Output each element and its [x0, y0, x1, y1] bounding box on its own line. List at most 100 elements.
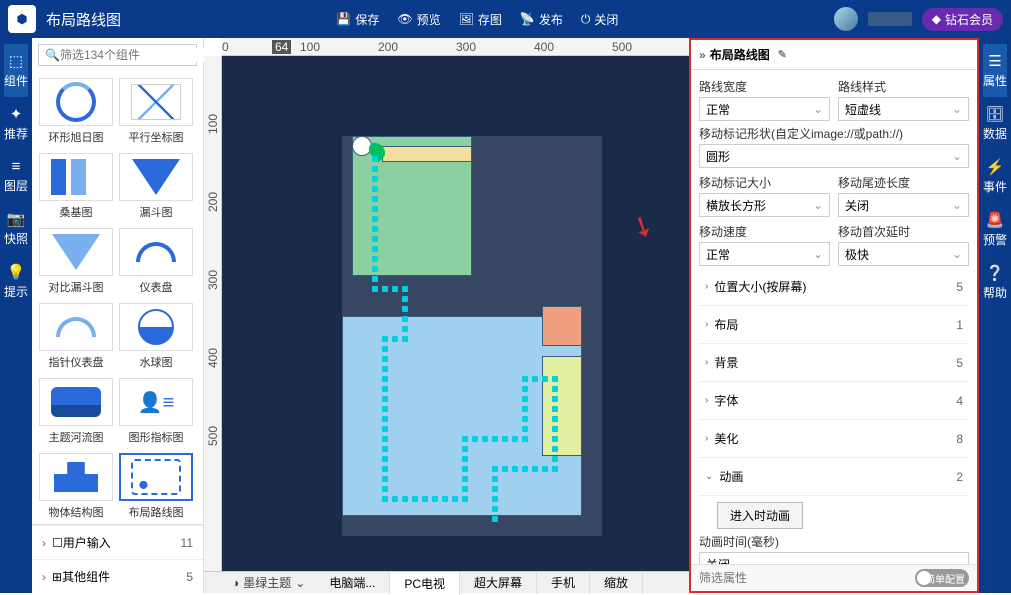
rail-components[interactable]: ⬚组件	[4, 44, 28, 97]
camera-icon: 📷	[7, 210, 26, 228]
comp-parallel[interactable]: 平行坐标图	[116, 74, 196, 149]
component-groups: ›☐ 用户输入11 ›⊞ 其他组件5	[32, 524, 203, 593]
publish-button[interactable]: 📡发布	[520, 11, 563, 28]
topbar: ⬢ 布局路线图 💾保存 👁预览 🖼存图 📡发布 ⏻关闭 ◆钻石会员	[0, 0, 1011, 38]
label-speed: 移动速度	[699, 223, 830, 240]
group-user-input[interactable]: ›☐ 用户输入11	[32, 525, 203, 559]
component-grid: 环形旭日图 平行坐标图 桑基图 漏斗图 对比漏斗图 仪表盘 指针仪表盘 水球图 …	[32, 72, 203, 524]
acc-layout[interactable]: ›布局1	[699, 306, 969, 344]
rail-events[interactable]: ⚡事件	[983, 150, 1007, 203]
label-marker-shape: 移动标记形状(自定义image://或path://)	[699, 125, 969, 142]
enter-animation-button[interactable]: 进入时动画	[717, 502, 803, 529]
tab-desktop[interactable]: 电脑端...	[315, 571, 390, 594]
component-search[interactable]: 🔍	[38, 44, 197, 66]
label-trail: 移动尾迹长度	[838, 174, 969, 191]
bottom-tabs: ◑墨绿主题⌄ 电脑端... PC电视 超大屏幕 手机 缩放	[204, 571, 689, 593]
acc-font[interactable]: ›字体4	[699, 382, 969, 420]
comp-funnel[interactable]: 漏斗图	[116, 149, 196, 224]
rail-tips[interactable]: 💡提示	[4, 255, 28, 308]
comp-river[interactable]: 主题河流图	[36, 374, 116, 449]
chevron-down-icon: ⌄	[295, 576, 305, 590]
alert-icon: 🚨	[986, 211, 1005, 229]
label-line-style: 路线样式	[838, 78, 969, 95]
panel-footer: 简单配置	[691, 564, 977, 591]
avatar[interactable]	[834, 7, 858, 31]
label-line-width: 路线宽度	[699, 78, 830, 95]
tab-pctv[interactable]: PC电视	[390, 571, 460, 595]
rail-snapshot[interactable]: 📷快照	[4, 202, 28, 255]
comp-pointer-gauge[interactable]: 指针仪表盘	[36, 299, 116, 374]
select-line-style[interactable]: 短虚线	[838, 97, 969, 121]
component-panel: 🔍 环形旭日图 平行坐标图 桑基图 漏斗图 对比漏斗图 仪表盘 指针仪表盘 水球…	[32, 38, 204, 593]
acc-beautify[interactable]: ›美化8	[699, 420, 969, 458]
acc-animation[interactable]: ⌄动画2	[699, 458, 969, 496]
group-other[interactable]: ›⊞ 其他组件5	[32, 559, 203, 593]
checkbox-icon: ☐	[52, 536, 63, 550]
export-image-button[interactable]: 🖼存图	[459, 11, 502, 28]
event-icon: ⚡	[986, 158, 1005, 176]
chevron-right-icon: ›	[705, 357, 708, 368]
search-input[interactable]	[60, 48, 215, 62]
rail-layers[interactable]: ≡图层	[4, 150, 28, 202]
rail-recommend[interactable]: ✦推荐	[4, 97, 28, 150]
label-marker-size: 移动标记大小	[699, 174, 830, 191]
comp-sunburst[interactable]: 环形旭日图	[36, 74, 116, 149]
theme-selector[interactable]: ◑墨绿主题⌄	[222, 574, 315, 591]
chevron-right-icon: ›	[705, 281, 708, 292]
comp-sankey[interactable]: 桑基图	[36, 149, 116, 224]
tab-mobile[interactable]: 手机	[537, 571, 590, 594]
power-icon: ⏻	[581, 12, 591, 27]
comp-liquid[interactable]: 水球图	[116, 299, 196, 374]
tab-largescreen[interactable]: 超大屏幕	[460, 571, 537, 594]
rail-data[interactable]: 🗄数据	[983, 97, 1007, 150]
comp-gauge[interactable]: 仪表盘	[116, 224, 196, 299]
comp-route-map[interactable]: 布局路线图	[116, 449, 196, 524]
comp-pictorial[interactable]: 👤≡图形指标图	[116, 374, 196, 449]
edit-icon[interactable]: ✎	[778, 48, 787, 61]
simple-config-toggle[interactable]: 简单配置	[915, 569, 969, 587]
acc-position[interactable]: ›位置大小(按屏幕)5	[699, 268, 969, 306]
bulb-icon: 💡	[7, 263, 26, 281]
select-speed[interactable]: 正常	[699, 242, 830, 266]
right-rail: ☰属性 🗄数据 ⚡事件 🚨预警 ❔帮助	[979, 38, 1011, 593]
top-user: ◆钻石会员	[834, 7, 1003, 31]
tab-zoom[interactable]: 缩放	[590, 571, 643, 594]
canvas-area: 0 64 100 200 300 400 500 600 100 200 300…	[204, 38, 689, 593]
username	[868, 12, 912, 26]
close-button[interactable]: ⏻关闭	[581, 11, 619, 28]
chevron-right-icon: ›	[42, 570, 46, 584]
filter-props-input[interactable]	[699, 571, 915, 585]
save-button[interactable]: 💾保存	[336, 11, 379, 28]
select-line-width[interactable]: 正常	[699, 97, 830, 121]
rail-help[interactable]: ❔帮助	[983, 256, 1007, 309]
collapse-icon[interactable]: »	[699, 48, 706, 62]
comp-compare-funnel[interactable]: 对比漏斗图	[36, 224, 116, 299]
select-marker-shape[interactable]: 圆形	[699, 144, 969, 168]
ai-icon: ✦	[10, 105, 23, 123]
help-icon: ❔	[986, 264, 1005, 282]
chevron-right-icon: ›	[42, 536, 46, 550]
panel-header: » 布局路线图 ✎	[691, 40, 977, 70]
select-trail[interactable]: 关闭	[838, 193, 969, 217]
select-anim-duration[interactable]: 关闭	[699, 552, 969, 564]
chevron-right-icon: ›	[705, 433, 708, 444]
vip-badge[interactable]: ◆钻石会员	[922, 8, 1003, 31]
select-marker-size[interactable]: 横放长方形	[699, 193, 830, 217]
publish-icon: 📡	[520, 12, 535, 26]
palette-icon: ◑	[232, 576, 239, 590]
canvas[interactable]: 30,20 30,150 60,150 60,200 40,200 40,360…	[222, 56, 689, 571]
layers-icon: ≡	[12, 158, 21, 175]
select-delay[interactable]: 极快	[838, 242, 969, 266]
search-icon: 🔍	[45, 48, 60, 62]
acc-background[interactable]: ›背景5	[699, 344, 969, 382]
ruler-vertical: 100 200 300 400 500	[204, 56, 222, 571]
ruler-horizontal: 0 64 100 200 300 400 500 600	[222, 38, 689, 56]
comp-structure[interactable]: 物体结构图	[36, 449, 116, 524]
preview-button[interactable]: 👁预览	[397, 11, 440, 28]
floorplan-widget[interactable]: 30,20 30,150 60,150 60,200 40,200 40,360…	[342, 136, 602, 536]
app-logo: ⬢	[8, 5, 36, 33]
panel-body: 路线宽度正常 路线样式短虚线 移动标记形状(自定义image://或path:/…	[691, 70, 977, 564]
animation-sub: 进入时动画 动画时间(毫秒) 关闭	[699, 496, 969, 564]
rail-properties[interactable]: ☰属性	[983, 44, 1007, 97]
rail-alert[interactable]: 🚨预警	[983, 203, 1007, 256]
